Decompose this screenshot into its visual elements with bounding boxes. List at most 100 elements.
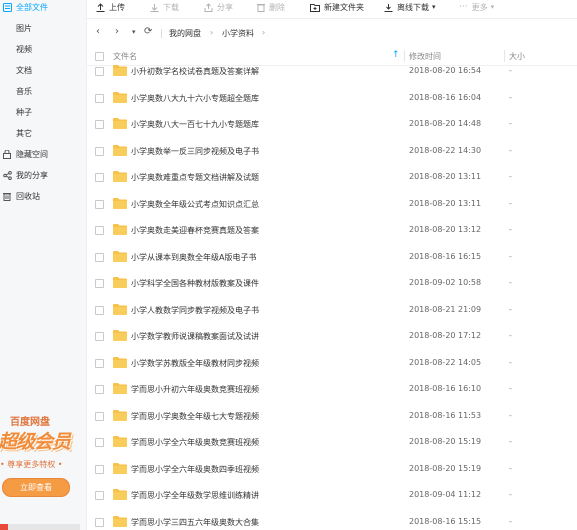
row-checkbox[interactable]: [95, 411, 104, 421]
sidebar-item-docs[interactable]: 文档: [0, 60, 86, 81]
table-row[interactable]: 小学数学苏教版全年级教材同步视频 2018-08-22 14:05 -: [86, 350, 577, 376]
table-row[interactable]: 学而思小学全六年级奥数竞赛班视频 2018-08-20 15:19 -: [86, 429, 577, 455]
sidebar-item-label: 回收站: [16, 192, 40, 201]
table-row[interactable]: 学而思小学全六年级奥数四季班视频 2018-08-20 15:19 -: [86, 456, 577, 482]
promo-footer-strip: [0, 524, 80, 530]
row-checkbox[interactable]: [95, 120, 104, 129]
back-icon[interactable]: ‹: [96, 26, 100, 37]
row-checkbox[interactable]: [95, 464, 104, 474]
sidebar-item-hidden-space[interactable]: 隐藏空间: [0, 144, 86, 165]
breadcrumb-separator: ›: [262, 28, 266, 37]
offline-download-button[interactable]: 离线下载 ▾: [384, 0, 436, 14]
table-row[interactable]: 小学奥数难重点专题文档讲解及试题 2018-08-20 13:11 -: [86, 164, 577, 190]
file-size: -: [509, 304, 512, 314]
file-name[interactable]: 小学奥数走美迎春杯竞赛真题及答案: [131, 225, 259, 236]
file-name[interactable]: 学而思小学奥数全年级七大专题视频: [131, 411, 259, 422]
row-checkbox[interactable]: [95, 305, 104, 315]
file-modified-time: 2018-09-04 11:12: [409, 490, 482, 499]
sort-arrow-icon[interactable]: ↑: [392, 50, 400, 60]
folder-icon: [113, 277, 127, 288]
breadcrumb-my-netdisk[interactable]: 我的网盘: [169, 28, 201, 39]
table-row[interactable]: 小学奥数走美迎春杯竞赛真题及答案 2018-08-20 13:12 -: [86, 217, 577, 243]
file-name[interactable]: 小学人教数学同步教学视频及电子书: [131, 305, 259, 316]
download-button[interactable]: 下载: [150, 0, 179, 14]
file-name[interactable]: 学而思小学三四五六年级奥数大合集: [131, 517, 259, 528]
folder-icon: [113, 250, 127, 262]
history-dropdown-icon[interactable]: ▾: [132, 28, 136, 36]
file-name[interactable]: 小升初数学名校试卷真题及答案详解: [131, 66, 259, 77]
row-checkbox[interactable]: [95, 358, 104, 368]
header-filename[interactable]: 文件名: [113, 51, 137, 62]
refresh-icon[interactable]: ⟳: [144, 26, 152, 37]
row-checkbox[interactable]: [95, 226, 104, 235]
header-size[interactable]: 大小: [509, 51, 525, 62]
file-name[interactable]: 小学从课本到奥数全年级A版电子书: [131, 252, 256, 263]
table-row[interactable]: 小学奥数举一反三同步视频及电子书 2018-08-22 14:30 -: [86, 138, 577, 164]
table-row[interactable]: 学而思小学全年级数学思维训练精讲 2018-09-04 11:12 -: [86, 482, 577, 508]
breadcrumb-current[interactable]: 小学资料: [222, 28, 254, 39]
table-row[interactable]: 小学科学全国各种教材版教案及课件 2018-09-02 10:58 -: [86, 270, 577, 296]
row-checkbox[interactable]: [95, 491, 104, 500]
file-name[interactable]: 小学数学教师说课稿教案面试及试讲: [131, 331, 259, 342]
file-modified-time: 2018-08-20 17:12: [409, 331, 482, 340]
column-divider[interactable]: [504, 50, 505, 62]
file-name[interactable]: 学而思小学全年级数学思维训练精讲: [131, 490, 259, 501]
file-name[interactable]: 小学奥数八大一百七十九小专题题库: [131, 119, 259, 130]
file-name[interactable]: 小学科学全国各种教材版教案及课件: [131, 278, 259, 289]
share-button[interactable]: 分享: [204, 0, 233, 14]
more-button[interactable]: ··· 更多 ▾: [459, 0, 494, 14]
row-checkbox[interactable]: [95, 332, 104, 341]
new-folder-button[interactable]: 新建文件夹: [310, 0, 364, 14]
sidebar-item-my-share[interactable]: 我的分享: [0, 165, 86, 186]
upload-button[interactable]: 上传: [96, 0, 125, 14]
sidebar-item-other[interactable]: 其它: [0, 123, 86, 144]
forward-icon[interactable]: ›: [115, 26, 119, 37]
select-all-checkbox[interactable]: [95, 52, 104, 61]
sidebar-item-all-files[interactable]: 全部文件: [0, 0, 86, 18]
file-name[interactable]: 小学奥数八大九十六小专题超全题库: [131, 93, 259, 104]
sidebar-item-videos[interactable]: 视频: [0, 39, 86, 60]
folder-icon: [113, 118, 127, 129]
header-modified-time[interactable]: 修改时间: [409, 51, 441, 62]
file-name[interactable]: 小学奥数全年级公式考点知识点汇总: [131, 199, 259, 210]
table-row[interactable]: 小学从课本到奥数全年级A版电子书 2018-08-16 16:15 -: [86, 244, 577, 270]
row-checkbox[interactable]: [95, 93, 104, 103]
sidebar-item-images[interactable]: 图片: [0, 18, 86, 39]
promo-view-button[interactable]: 立即查看: [2, 478, 70, 497]
offline-download-icon: [384, 3, 393, 12]
sidebar-item-torrents[interactable]: 种子: [0, 102, 86, 123]
table-row[interactable]: 学而思小学三四五六年级奥数大合集 2018-08-16 15:15 -: [86, 509, 577, 530]
table-row[interactable]: 小学奥数八大一百七十九小专题题库 2018-08-20 14:48 -: [86, 111, 577, 137]
row-checkbox[interactable]: [95, 438, 104, 447]
row-checkbox[interactable]: [95, 173, 104, 182]
table-row[interactable]: 小学数学教师说课稿教案面试及试讲 2018-08-20 17:12 -: [86, 323, 577, 349]
table-row[interactable]: 学而思小学奥数全年级七大专题视频 2018-08-16 11:53 -: [86, 403, 577, 429]
sidebar-item-music[interactable]: 音乐: [0, 81, 86, 102]
share-action-icon: [204, 2, 213, 12]
delete-button[interactable]: 删除: [257, 0, 285, 14]
row-checkbox[interactable]: [95, 279, 104, 288]
file-name[interactable]: 学而思小学全六年级奥数四季班视频: [131, 464, 259, 475]
file-modified-time: 2018-08-20 15:19: [409, 437, 482, 446]
table-row[interactable]: 小学人教数学同步教学视频及电子书 2018-08-21 21:09 -: [86, 297, 577, 323]
file-name[interactable]: 学而思小升初六年级奥数竞赛班视频: [131, 384, 259, 395]
column-divider[interactable]: [404, 50, 405, 62]
folder-icon: [113, 197, 127, 209]
file-name[interactable]: 小学奥数举一反三同步视频及电子书: [131, 146, 259, 157]
row-checkbox[interactable]: [95, 252, 104, 262]
row-checkbox[interactable]: [95, 517, 104, 527]
file-name[interactable]: 小学奥数难重点专题文档讲解及试题: [131, 172, 259, 183]
row-checkbox[interactable]: [95, 146, 104, 156]
sidebar: 全部文件 图片 视频 文档 音乐 种子 其它 隐藏空间 我的分享 回收站 百度网…: [0, 0, 87, 530]
sidebar-item-recycle-bin[interactable]: 回收站: [0, 186, 86, 207]
row-checkbox[interactable]: [95, 385, 104, 394]
file-name[interactable]: 学而思小学全六年级奥数竞赛班视频: [131, 437, 259, 448]
table-row[interactable]: 小学奥数全年级公式考点知识点汇总 2018-08-20 13:11 -: [86, 191, 577, 217]
row-checkbox[interactable]: [95, 199, 104, 209]
vip-promo-banner[interactable]: 百度网盘 超级会员 • 尊享更多特权 • 立即查看: [0, 405, 86, 530]
table-row[interactable]: 学而思小升初六年级奥数竞赛班视频 2018-08-16 16:10 -: [86, 376, 577, 402]
table-row[interactable]: 小升初数学名校试卷真题及答案详解 2018-08-20 16:54 -: [86, 65, 577, 84]
file-name[interactable]: 小学数学苏教版全年级教材同步视频: [131, 358, 259, 369]
table-row[interactable]: 小学奥数八大九十六小专题超全题库 2018-08-16 16:04 -: [86, 85, 577, 111]
row-checkbox[interactable]: [95, 67, 104, 76]
